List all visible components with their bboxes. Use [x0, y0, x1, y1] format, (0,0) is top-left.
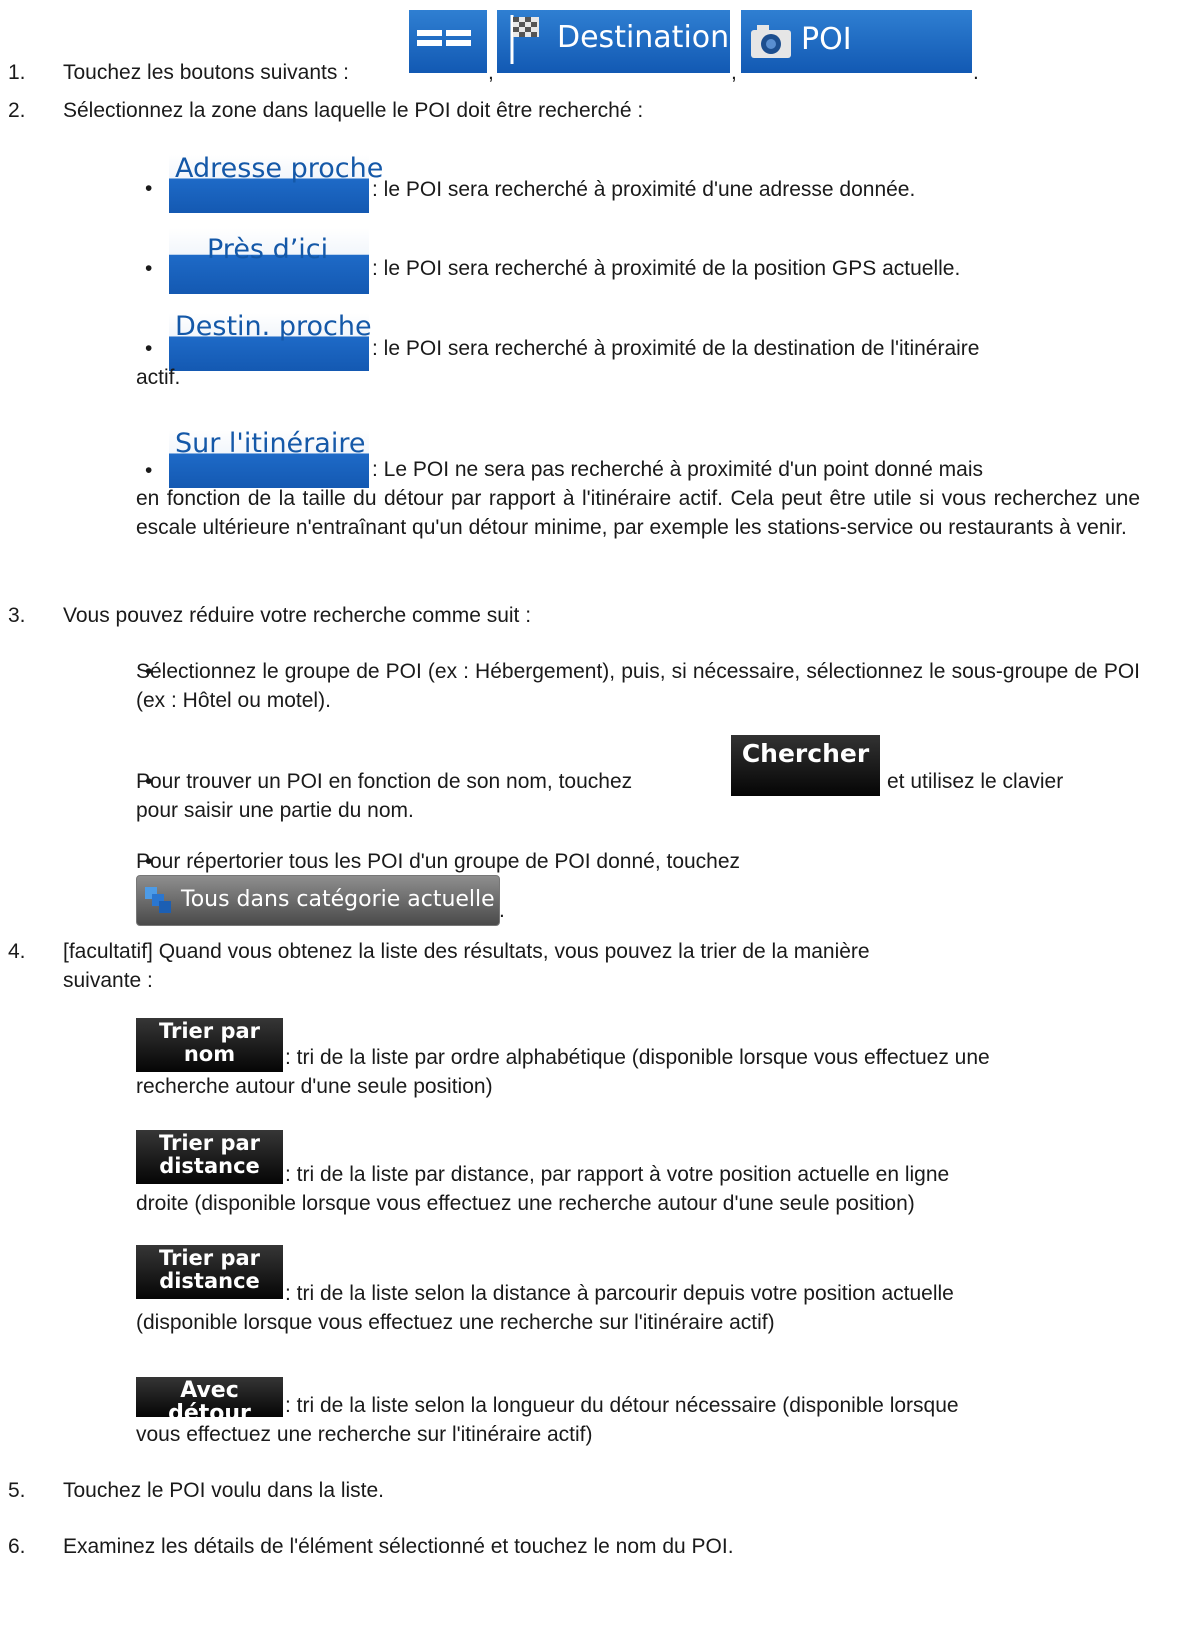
sentence-end: .: [499, 899, 505, 922]
bullet: •: [145, 177, 153, 200]
poi-label: POI: [801, 22, 852, 57]
option-description: : le POI sera recherché à proximité d'un…: [372, 178, 916, 201]
sort-by-route-distance-button[interactable]: Trier par distance: [136, 1241, 283, 1299]
step-text: Vous pouvez réduire votre recherche comm…: [63, 604, 532, 627]
destin-proche-label: Destin. proche: [175, 311, 372, 342]
poi-button[interactable]: POI: [741, 10, 972, 73]
sort-description-cont: droite (disponible lorsque vous effectue…: [136, 1192, 915, 1215]
destination-button[interactable]: Destination: [497, 10, 730, 73]
sort-by-distance-button[interactable]: Trier par distance: [136, 1126, 283, 1184]
sort-description-cont: vous effectuez une recherche sur l'itiné…: [136, 1423, 593, 1446]
step-number: 5.: [8, 1479, 26, 1502]
camera-icon: [751, 25, 791, 58]
sort-label-line2: distance: [159, 1154, 260, 1178]
step-number: 4.: [8, 940, 26, 963]
adresse-proche-label: Adresse proche: [175, 153, 384, 184]
chercher-label: Chercher: [741, 739, 870, 768]
sort-description: : tri de la liste par distance, par rapp…: [285, 1163, 950, 1186]
sort-label-line1: Avec détour: [168, 1378, 251, 1426]
bullet-text-cont: pour saisir une partie du nom.: [136, 799, 414, 822]
separator-comma: ,: [488, 61, 494, 84]
sort-by-name-button[interactable]: Trier par nom: [136, 1014, 283, 1072]
destination-label: Destination: [557, 20, 730, 55]
menu-button[interactable]: [409, 10, 487, 73]
sort-by-detour-button[interactable]: Avec détour: [136, 1373, 283, 1425]
all-in-category-button[interactable]: Tous dans catégorie actuelle: [136, 875, 500, 926]
bullet-text: Pour trouver un POI en fonction de son n…: [136, 770, 633, 793]
option-description: : Le POI ne sera pas recherché à proximi…: [372, 458, 984, 481]
option-description: : le POI sera recherché à proximité de l…: [372, 257, 961, 280]
sort-description: : tri de la liste selon la distance à pa…: [285, 1282, 954, 1305]
bullet: •: [145, 257, 153, 280]
bullet-text: Pour répertorier tous les POI d'un group…: [136, 850, 741, 873]
step-text: Examinez les détails de l'élément sélect…: [63, 1535, 734, 1558]
bullet: •: [145, 459, 153, 482]
pres-dici-label: Près d’ici: [207, 234, 329, 265]
chercher-button[interactable]: Chercher: [731, 725, 880, 796]
option-description-cont: en fonction de la taille du détour par r…: [136, 487, 1140, 539]
step-text: Touchez le POI voulu dans la liste.: [63, 1479, 385, 1502]
bullet: •: [145, 337, 153, 360]
stacked-squares-icon: [145, 887, 171, 913]
step-text-cont: suivante :: [63, 969, 153, 992]
sur-itineraire-button[interactable]: Sur l'itinéraire: [169, 428, 369, 488]
sur-itineraire-label: Sur l'itinéraire: [175, 428, 366, 459]
step-text: Sélectionnez la zone dans laquelle le PO…: [63, 99, 644, 122]
separator-comma: ,: [731, 61, 737, 84]
adresse-proche-button[interactable]: Adresse proche: [169, 153, 383, 213]
sort-label-line2: nom: [183, 1042, 236, 1066]
step-number: 6.: [8, 1535, 26, 1558]
checkered-flag-icon: [510, 15, 539, 64]
sort-description-cont: (disponible lorsque vous effectuez une r…: [136, 1311, 775, 1334]
option-description-cont: actif.: [136, 366, 181, 389]
sentence-end: .: [973, 61, 979, 84]
step-text: [facultatif] Quand vous obtenez la liste…: [63, 940, 870, 963]
sort-description: : tri de la liste selon la longueur du d…: [285, 1394, 959, 1417]
menu-icon: [417, 30, 471, 46]
sort-description-cont: recherche autour d'une seule position): [136, 1075, 493, 1098]
step-text: Touchez les boutons suivants :: [63, 61, 350, 84]
step-number: 1.: [8, 61, 26, 84]
pres-dici-button[interactable]: Près d’ici: [169, 228, 369, 294]
destin-proche-button[interactable]: Destin. proche: [169, 311, 372, 371]
option-description: : le POI sera recherché à proximité de l…: [372, 337, 980, 360]
bullet-text: et utilisez le clavier: [887, 770, 1064, 793]
sort-description: : tri de la liste par ordre alphabétique…: [285, 1046, 990, 1069]
step-number: 2.: [8, 99, 26, 122]
all-in-category-label: Tous dans catégorie actuelle: [181, 887, 495, 912]
sort-label-line2: distance: [159, 1269, 260, 1293]
sort-label-line1: Trier par: [158, 1246, 261, 1270]
step-number: 3.: [8, 604, 26, 627]
sort-label-line1: Trier par: [158, 1019, 261, 1043]
bullet-text: Sélectionnez le groupe de POI (ex : Hébe…: [136, 660, 1140, 712]
sort-label-line1: Trier par: [158, 1131, 261, 1155]
